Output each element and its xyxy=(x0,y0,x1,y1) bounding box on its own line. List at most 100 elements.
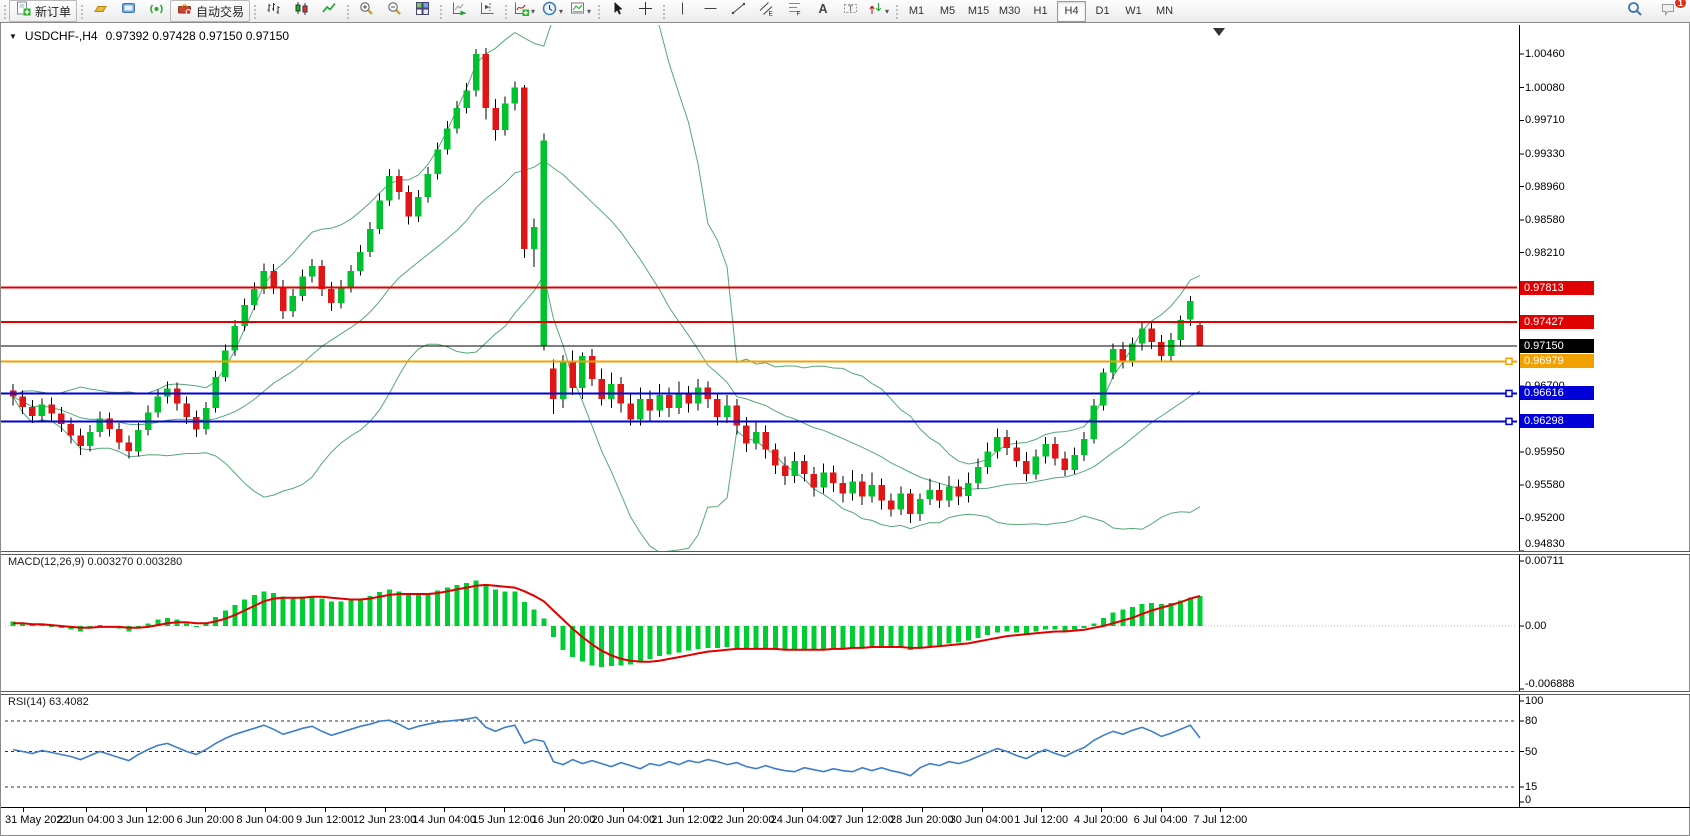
price-axis-tick-label[interactable]: 0.98960 xyxy=(1525,180,1565,194)
toolbar-group-handle[interactable] xyxy=(438,3,443,19)
timeframe-m1-button[interactable]: M1 xyxy=(902,1,931,22)
zoom-out-button[interactable] xyxy=(380,0,408,22)
toolbar-group-handle[interactable] xyxy=(2,3,7,19)
chart-plot[interactable] xyxy=(1,23,1690,835)
indicators-button[interactable]: ▾ xyxy=(510,0,538,22)
timeframe-d1-button[interactable]: D1 xyxy=(1088,1,1117,22)
arrows-button[interactable]: ▾ xyxy=(864,0,892,22)
price-axis-tick-label[interactable]: 0.95200 xyxy=(1525,511,1565,525)
toolbar-button-groups: 新订单自动交易▾▾▾EFAT▾M1M5M15M30H1H4D1W1MN xyxy=(0,0,1180,22)
timeframe-h4-button[interactable]: H4 xyxy=(1057,1,1086,22)
chart-shift-button[interactable] xyxy=(473,0,501,22)
horizontal-line-button[interactable] xyxy=(696,0,724,22)
macd-axis-tick-label[interactable]: 0.00 xyxy=(1525,619,1546,633)
templates-button[interactable]: ▾ xyxy=(566,0,594,22)
toolbar-group-handle[interactable] xyxy=(661,3,666,19)
client-terminal-button[interactable] xyxy=(114,0,142,22)
chat-button[interactable]: 1 xyxy=(1654,0,1682,22)
one-click-trading-toggle-icon[interactable]: ▼ xyxy=(9,32,17,41)
search-button[interactable] xyxy=(1620,0,1648,22)
time-axis-label[interactable]: 4 Jul 20:00 xyxy=(1074,814,1128,826)
time-axis-label[interactable]: 8 Jun 04:00 xyxy=(236,814,294,826)
time-axis-label[interactable]: 30 Jun 04:00 xyxy=(950,814,1014,826)
time-axis-label[interactable]: 16 Jun 20:00 xyxy=(532,814,596,826)
auto-scroll-button[interactable] xyxy=(445,0,473,22)
tile-windows-button[interactable] xyxy=(408,0,436,22)
rsi-axis-tick-label[interactable]: 0 xyxy=(1525,793,1531,807)
chevron-down-icon: ▾ xyxy=(587,7,591,16)
toolbar-group-handle[interactable] xyxy=(79,3,84,19)
crosshair-button[interactable] xyxy=(631,0,659,22)
price-axis-tick-label[interactable]: 0.99330 xyxy=(1525,147,1565,161)
time-axis-label[interactable]: 27 Jun 12:00 xyxy=(830,814,894,826)
rsi-axis-tick-label[interactable]: 50 xyxy=(1525,745,1537,759)
timeframe-m5-button[interactable]: M5 xyxy=(933,1,962,22)
time-axis-label[interactable]: 28 Jun 20:00 xyxy=(890,814,954,826)
cursor-button[interactable] xyxy=(603,0,631,22)
line-chart-button[interactable] xyxy=(315,0,343,22)
chart-window[interactable]: ▼ USDCHF-,H4 0.97392 0.97428 0.97150 0.9… xyxy=(0,22,1690,836)
toolbar-group-handle[interactable] xyxy=(596,3,601,19)
rsi-axis-tick-label[interactable]: 80 xyxy=(1525,714,1537,728)
price-axis-tick-label[interactable]: 0.95580 xyxy=(1525,478,1565,492)
timeframe-w1-button[interactable]: W1 xyxy=(1119,1,1148,22)
time-axis-label[interactable]: 12 Jun 23:00 xyxy=(353,814,417,826)
toolbar-group-handle[interactable] xyxy=(894,3,899,19)
time-axis-label[interactable]: 6 Jul 04:00 xyxy=(1134,814,1188,826)
price-axis-tick-label[interactable]: 1.00080 xyxy=(1525,81,1565,95)
hline-handle[interactable] xyxy=(1506,418,1512,424)
toolbar-group-handle[interactable] xyxy=(345,3,350,19)
bar-chart-button[interactable] xyxy=(259,0,287,22)
periods-button[interactable]: ▾ xyxy=(538,0,566,22)
vertical-line-button[interactable] xyxy=(668,0,696,22)
channel-button[interactable]: E xyxy=(752,0,780,22)
horizontal-line-icon xyxy=(702,0,719,22)
time-axis-tick xyxy=(23,808,24,812)
macd-axis-tick-label[interactable]: -0.006888 xyxy=(1525,677,1575,691)
gold-bar-button[interactable] xyxy=(86,0,114,22)
timeframe-mn-button[interactable]: MN xyxy=(1150,1,1179,22)
fibonacci-button[interactable]: F xyxy=(780,0,808,22)
price-axis-tick-label[interactable]: 0.98210 xyxy=(1525,246,1565,260)
text-button[interactable]: A xyxy=(808,0,836,22)
label-button[interactable]: T xyxy=(836,0,864,22)
time-axis-label[interactable]: 6 Jun 20:00 xyxy=(177,814,235,826)
hline-handle[interactable] xyxy=(1506,390,1512,396)
zoom-in-button[interactable] xyxy=(352,0,380,22)
svg-text:T: T xyxy=(848,4,853,13)
price-axis-tick-label[interactable]: 0.95950 xyxy=(1525,445,1565,459)
timeframe-m30-button[interactable]: M30 xyxy=(995,1,1024,22)
timeframe-h1-button[interactable]: H1 xyxy=(1026,1,1055,22)
time-axis-label[interactable]: 21 Jun 12:00 xyxy=(651,814,715,826)
time-axis-label[interactable]: 7 Jul 12:00 xyxy=(1193,814,1247,826)
candle-chart-button[interactable] xyxy=(287,0,315,22)
time-axis-label[interactable]: 20 Jun 04:00 xyxy=(591,814,655,826)
time-axis-label[interactable]: 3 Jun 12:00 xyxy=(117,814,175,826)
time-axis-label[interactable]: 24 Jun 04:00 xyxy=(771,814,835,826)
auto-trading-button[interactable]: 自动交易 xyxy=(170,0,250,22)
rsi-axis-tick-label[interactable]: 100 xyxy=(1525,694,1543,708)
timeframe-m15-button[interactable]: M15 xyxy=(964,1,993,22)
pane-separator-macd[interactable] xyxy=(1,551,1690,555)
chart-shift-marker-icon[interactable] xyxy=(1213,28,1225,36)
price-axis-tick-label[interactable]: 0.98580 xyxy=(1525,213,1565,227)
toolbar-group-handle[interactable] xyxy=(252,3,257,19)
time-axis-label[interactable]: 14 Jun 04:00 xyxy=(412,814,476,826)
pane-separator-rsi[interactable] xyxy=(1,691,1690,695)
signal-button[interactable] xyxy=(142,0,170,22)
time-axis-label[interactable]: 15 Jun 12:00 xyxy=(472,814,536,826)
macd-axis-tick-label[interactable]: 0.00711 xyxy=(1525,554,1564,568)
chevron-down-icon: ▾ xyxy=(531,7,535,16)
time-axis-label[interactable]: 9 Jun 12:00 xyxy=(296,814,354,826)
rsi-axis-tick-label[interactable]: 15 xyxy=(1525,780,1537,794)
trendline-button[interactable] xyxy=(724,0,752,22)
new-order-button[interactable]: 新订单 xyxy=(9,0,77,22)
toolbar-group-handle[interactable] xyxy=(503,3,508,19)
price-axis-tick-label[interactable]: 1.00460 xyxy=(1525,47,1565,61)
time-axis-label[interactable]: 1 Jul 12:00 xyxy=(1014,814,1068,826)
price-axis-tick-label[interactable]: 0.99710 xyxy=(1525,113,1565,127)
time-axis-label[interactable]: 22 Jun 20:00 xyxy=(711,814,775,826)
hline-handle[interactable] xyxy=(1506,358,1512,364)
time-axis-label[interactable]: 2 Jun 04:00 xyxy=(57,814,115,826)
price-axis-tick-label[interactable]: 0.94830 xyxy=(1525,537,1565,551)
